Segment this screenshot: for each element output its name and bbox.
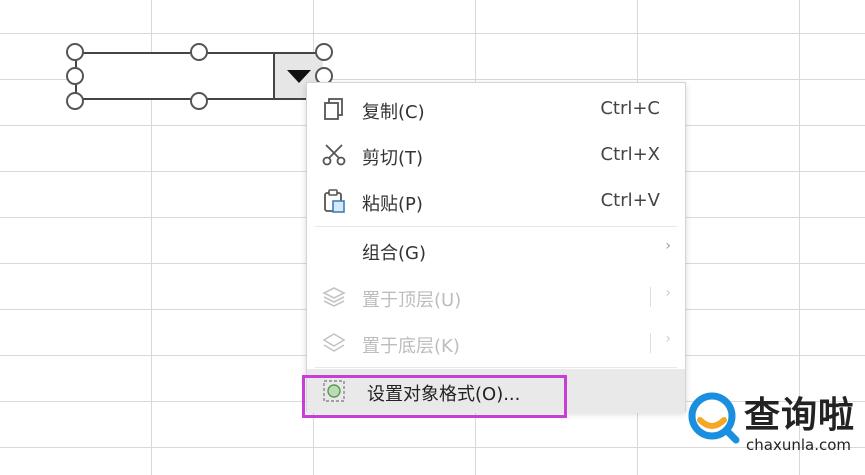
submenu-arrow-icon: ›	[665, 238, 671, 254]
watermark-domain: chaxunla.com	[746, 436, 851, 454]
watermark-logo: 查询啦 chaxunla.com	[686, 388, 861, 468]
menu-item-label: 复制(C)	[362, 102, 425, 123]
menu-item-send-to-back: 置于底层(K) ›	[307, 321, 685, 365]
resize-handle-bottom-left[interactable]	[66, 92, 84, 110]
resize-handle-top-right[interactable]	[315, 43, 333, 61]
submenu-divider	[650, 287, 651, 307]
bring-to-front-icon	[322, 287, 346, 307]
scissors-icon	[322, 144, 346, 166]
menu-item-copy[interactable]: 复制(C) Ctrl+C	[307, 87, 685, 131]
magnifier-logo-icon	[688, 392, 740, 444]
menu-item-shortcut: Ctrl+V	[600, 190, 660, 211]
submenu-arrow-icon: ›	[665, 331, 671, 347]
menu-divider	[315, 226, 677, 227]
menu-item-label: 剪切(T)	[362, 148, 424, 169]
highlight-annotation-box	[302, 375, 567, 418]
menu-item-cut[interactable]: 剪切(T) Ctrl+X	[307, 133, 685, 177]
menu-item-paste[interactable]: 粘贴(P) Ctrl+V	[307, 179, 685, 223]
paste-icon	[324, 189, 345, 213]
resize-handle-bottom[interactable]	[190, 92, 208, 110]
menu-item-group[interactable]: 组合(G) ›	[307, 228, 685, 272]
menu-divider	[315, 367, 677, 368]
menu-item-label: 组合(G)	[362, 243, 426, 264]
context-menu: 复制(C) Ctrl+C 剪切(T) Ctrl+X 粘贴(P) Ctrl+V 组…	[306, 82, 686, 413]
menu-item-shortcut: Ctrl+C	[600, 98, 660, 119]
submenu-divider	[650, 333, 651, 353]
menu-item-shortcut: Ctrl+X	[600, 144, 660, 165]
resize-handle-top-left[interactable]	[66, 43, 84, 61]
watermark-brand: 查询啦	[744, 395, 856, 436]
resize-handle-left[interactable]	[66, 67, 84, 85]
copy-icon	[324, 98, 343, 120]
menu-item-label: 粘贴(P)	[362, 194, 423, 215]
resize-handle-top[interactable]	[190, 43, 208, 61]
triangle-down-icon	[287, 69, 311, 83]
menu-item-label: 置于顶层(U)	[362, 290, 462, 311]
menu-item-bring-to-front: 置于顶层(U) ›	[307, 275, 685, 319]
menu-item-label: 置于底层(K)	[362, 336, 460, 357]
send-to-back-icon	[322, 333, 346, 352]
submenu-arrow-icon: ›	[665, 285, 671, 301]
